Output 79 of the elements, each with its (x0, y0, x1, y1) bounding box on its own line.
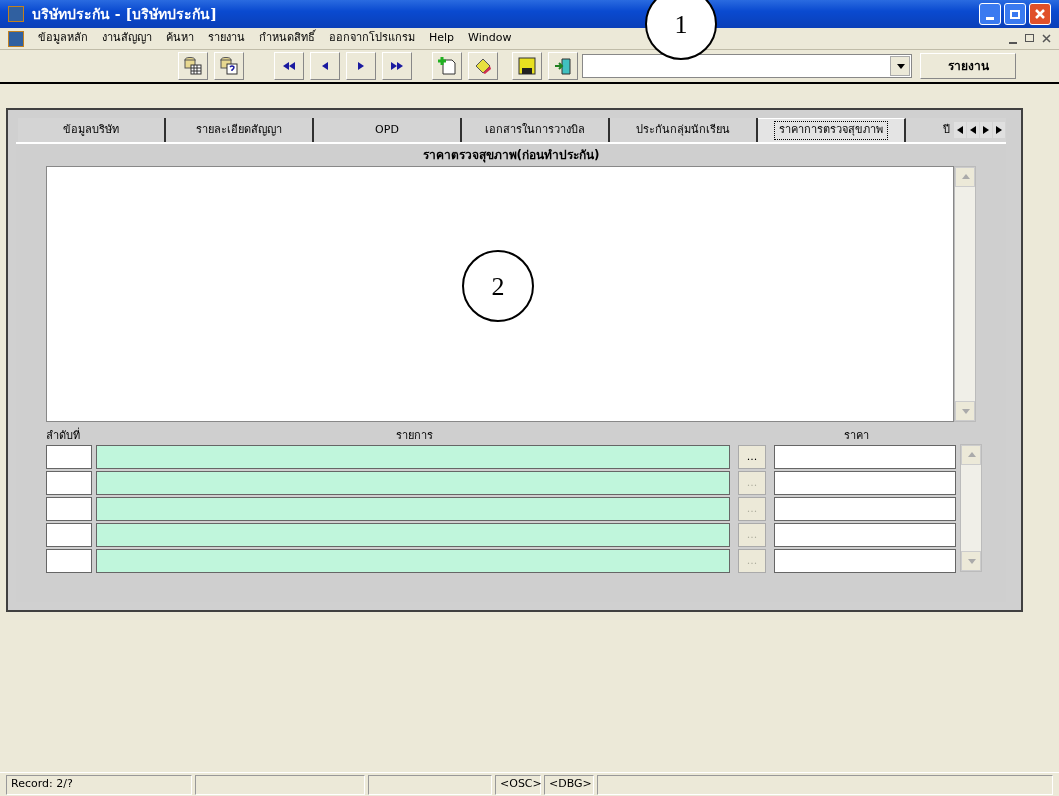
restore-icon (1010, 9, 1020, 19)
price-field[interactable] (774, 523, 956, 547)
new-record-button[interactable] (432, 52, 462, 80)
sequence-field[interactable] (46, 497, 92, 521)
item-field[interactable] (96, 471, 730, 495)
column-header: ลำดับที่ (46, 427, 81, 444)
minimize-icon (986, 17, 994, 20)
lookup-button[interactable]: ... (738, 445, 766, 469)
tab[interactable]: รายละเอียดสัญญา (166, 118, 314, 142)
menu-item[interactable]: งานสัญญา (102, 30, 152, 47)
window-title: บริษัทประกัน - [บริษัทประกัน] (32, 4, 217, 24)
price-field[interactable] (774, 445, 956, 469)
nav-last-icon (391, 62, 403, 70)
tab-scroll-icon (955, 124, 965, 136)
tab[interactable]: ข้อมูลบริษัท (18, 118, 166, 142)
sequence-field[interactable] (46, 523, 92, 547)
restore-button[interactable] (1004, 3, 1026, 25)
status-panel: Record: 2/? (6, 774, 192, 795)
close-icon (1034, 8, 1046, 20)
tab[interactable]: เอกสารในการวางบิล (462, 118, 610, 142)
eraser-icon (473, 56, 493, 76)
vertical-scrollbar[interactable] (954, 166, 976, 422)
status-panel: <DBG> (544, 774, 594, 795)
tab[interactable]: ราคาการตรวจสุขภาพ (758, 118, 906, 142)
nav-next-button[interactable] (346, 52, 376, 80)
memo-field[interactable] (46, 166, 955, 422)
close-button[interactable] (1029, 3, 1051, 25)
door-exit-icon (554, 57, 572, 75)
section-title: ราคาตรวจสุขภาพ(ก่อนทำประกัน) (421, 147, 601, 165)
tab-scroll-icon (968, 124, 978, 136)
exit-button[interactable] (548, 52, 578, 80)
database-table-icon (183, 56, 203, 76)
minimize-button[interactable] (979, 3, 1001, 25)
menu-item[interactable]: รายงาน (208, 30, 245, 47)
item-field[interactable] (96, 549, 730, 573)
tab[interactable]: ประกันกลุ่มนักเรียน (610, 118, 758, 142)
nav-next-icon (358, 62, 364, 70)
menu-item[interactable]: กำหนดสิทธิ์ (259, 30, 315, 47)
callout-number: 1 (645, 0, 717, 60)
vertical-scrollbar[interactable] (960, 444, 982, 572)
query-tool-button[interactable] (214, 52, 244, 80)
menu-item[interactable]: Window (468, 30, 512, 47)
column-header: รายการ (394, 427, 434, 444)
item-field[interactable] (96, 445, 730, 469)
tab[interactable]: OPD (314, 118, 462, 142)
nav-first-button[interactable] (274, 52, 304, 80)
nav-prev-button[interactable] (310, 52, 340, 80)
table-tool-button[interactable] (178, 52, 208, 80)
app-icon (8, 6, 24, 22)
document-icon (8, 30, 24, 47)
column-header: ราคา (842, 427, 870, 444)
price-field[interactable] (774, 497, 956, 521)
save-icon (518, 57, 536, 75)
item-field[interactable] (96, 523, 730, 547)
nav-last-button[interactable] (382, 52, 412, 80)
child-minimize-icon[interactable] (1009, 41, 1017, 44)
price-field[interactable] (774, 549, 956, 573)
new-page-icon (437, 56, 457, 76)
eraser-button[interactable] (468, 52, 498, 80)
combo-box[interactable] (582, 54, 912, 78)
nav-first-icon (283, 62, 295, 70)
database-question-icon (219, 56, 239, 76)
nav-prev-icon (322, 62, 328, 70)
menu-item[interactable]: ข้อมูลหลัก (38, 30, 88, 47)
sequence-field[interactable] (46, 549, 92, 573)
item-field[interactable] (96, 497, 730, 521)
menu-item[interactable]: ค้นหา (166, 30, 194, 47)
child-restore-icon[interactable] (1025, 33, 1034, 42)
save-button[interactable] (512, 52, 542, 80)
menu-item[interactable]: ออกจากโปรแกรม (329, 30, 415, 47)
tab-scroll-icon (981, 124, 991, 136)
child-close-icon[interactable] (1042, 33, 1051, 43)
report-button[interactable]: รายงาน (920, 53, 1016, 79)
tab-scroll-icon (994, 124, 1004, 136)
price-field[interactable] (774, 471, 956, 495)
status-panel: <OSC> (495, 774, 541, 795)
sequence-field[interactable] (46, 471, 92, 495)
menu-item[interactable]: Help (429, 30, 455, 47)
sequence-field[interactable] (46, 445, 92, 469)
